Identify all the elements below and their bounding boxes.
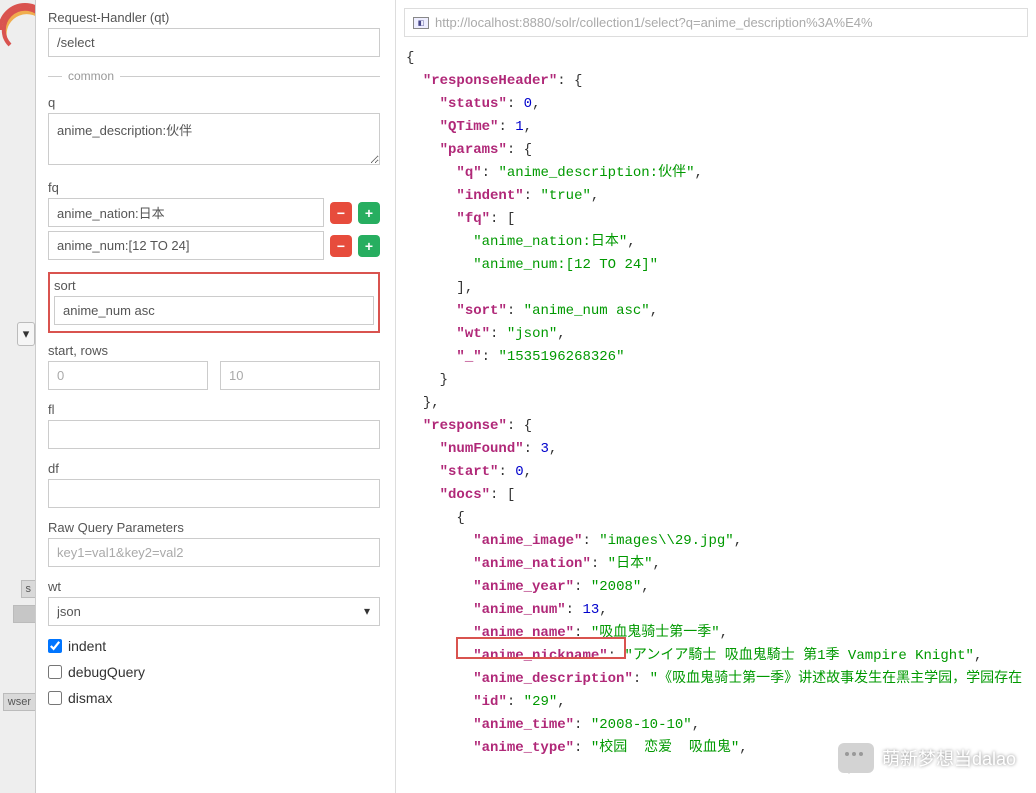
debug-label: debugQuery	[68, 664, 145, 680]
request-url-bar[interactable]: ◧ http://localhost:8880/solr/collection1…	[404, 8, 1028, 37]
indent-label: indent	[68, 638, 106, 654]
rows-input[interactable]	[220, 361, 380, 390]
nav-stub-2[interactable]	[13, 605, 35, 623]
fq-input-2[interactable]	[48, 231, 324, 260]
fl-label: fl	[48, 402, 380, 417]
raw-params-label: Raw Query Parameters	[48, 520, 380, 535]
link-icon: ◧	[413, 17, 429, 29]
wt-label: wt	[48, 579, 380, 594]
debug-checkbox[interactable]	[48, 665, 62, 679]
solr-logo	[0, 0, 35, 50]
start-rows-label: start, rows	[48, 343, 380, 358]
sort-highlight: sort	[48, 272, 380, 333]
q-input[interactable]: anime_description:伙伴	[48, 113, 380, 165]
fq-input-1[interactable]	[48, 198, 324, 227]
fl-input[interactable]	[48, 420, 380, 449]
fq-remove-button-2[interactable]: −	[330, 235, 352, 257]
nav-stub-1[interactable]: s	[21, 580, 36, 598]
watermark-text: 萌新梦想当dalao	[882, 745, 1016, 771]
result-panel: ◧ http://localhost:8880/solr/collection1…	[396, 0, 1036, 793]
json-response: { "responseHeader": { "status": 0, "QTim…	[396, 47, 1036, 760]
wt-select[interactable]: json	[48, 597, 380, 626]
fq-remove-button[interactable]: −	[330, 202, 352, 224]
left-sidebar: ▾ s wser	[0, 0, 36, 793]
sort-input[interactable]	[54, 296, 374, 325]
df-input[interactable]	[48, 479, 380, 508]
raw-params-input[interactable]	[48, 538, 380, 567]
url-text: http://localhost:8880/solr/collection1/s…	[435, 15, 873, 30]
common-legend: common	[48, 69, 380, 83]
q-label: q	[48, 95, 380, 110]
sort-label: sort	[54, 278, 374, 293]
dismax-checkbox[interactable]	[48, 691, 62, 705]
indent-checkbox[interactable]	[48, 639, 62, 653]
handler-label: Request-Handler (qt)	[48, 10, 380, 25]
query-form-panel: Request-Handler (qt) common q anime_desc…	[36, 0, 396, 793]
watermark: 萌新梦想当dalao	[838, 743, 1016, 773]
wechat-icon	[838, 743, 874, 773]
nav-stub-3[interactable]: wser	[3, 693, 35, 711]
dismax-label: dismax	[68, 690, 112, 706]
collapsed-dropdown[interactable]: ▾	[17, 322, 35, 346]
fq-add-button[interactable]: +	[358, 202, 380, 224]
handler-input[interactable]	[48, 28, 380, 57]
fq-add-button-2[interactable]: +	[358, 235, 380, 257]
fq-label: fq	[48, 180, 380, 195]
start-input[interactable]	[48, 361, 208, 390]
df-label: df	[48, 461, 380, 476]
